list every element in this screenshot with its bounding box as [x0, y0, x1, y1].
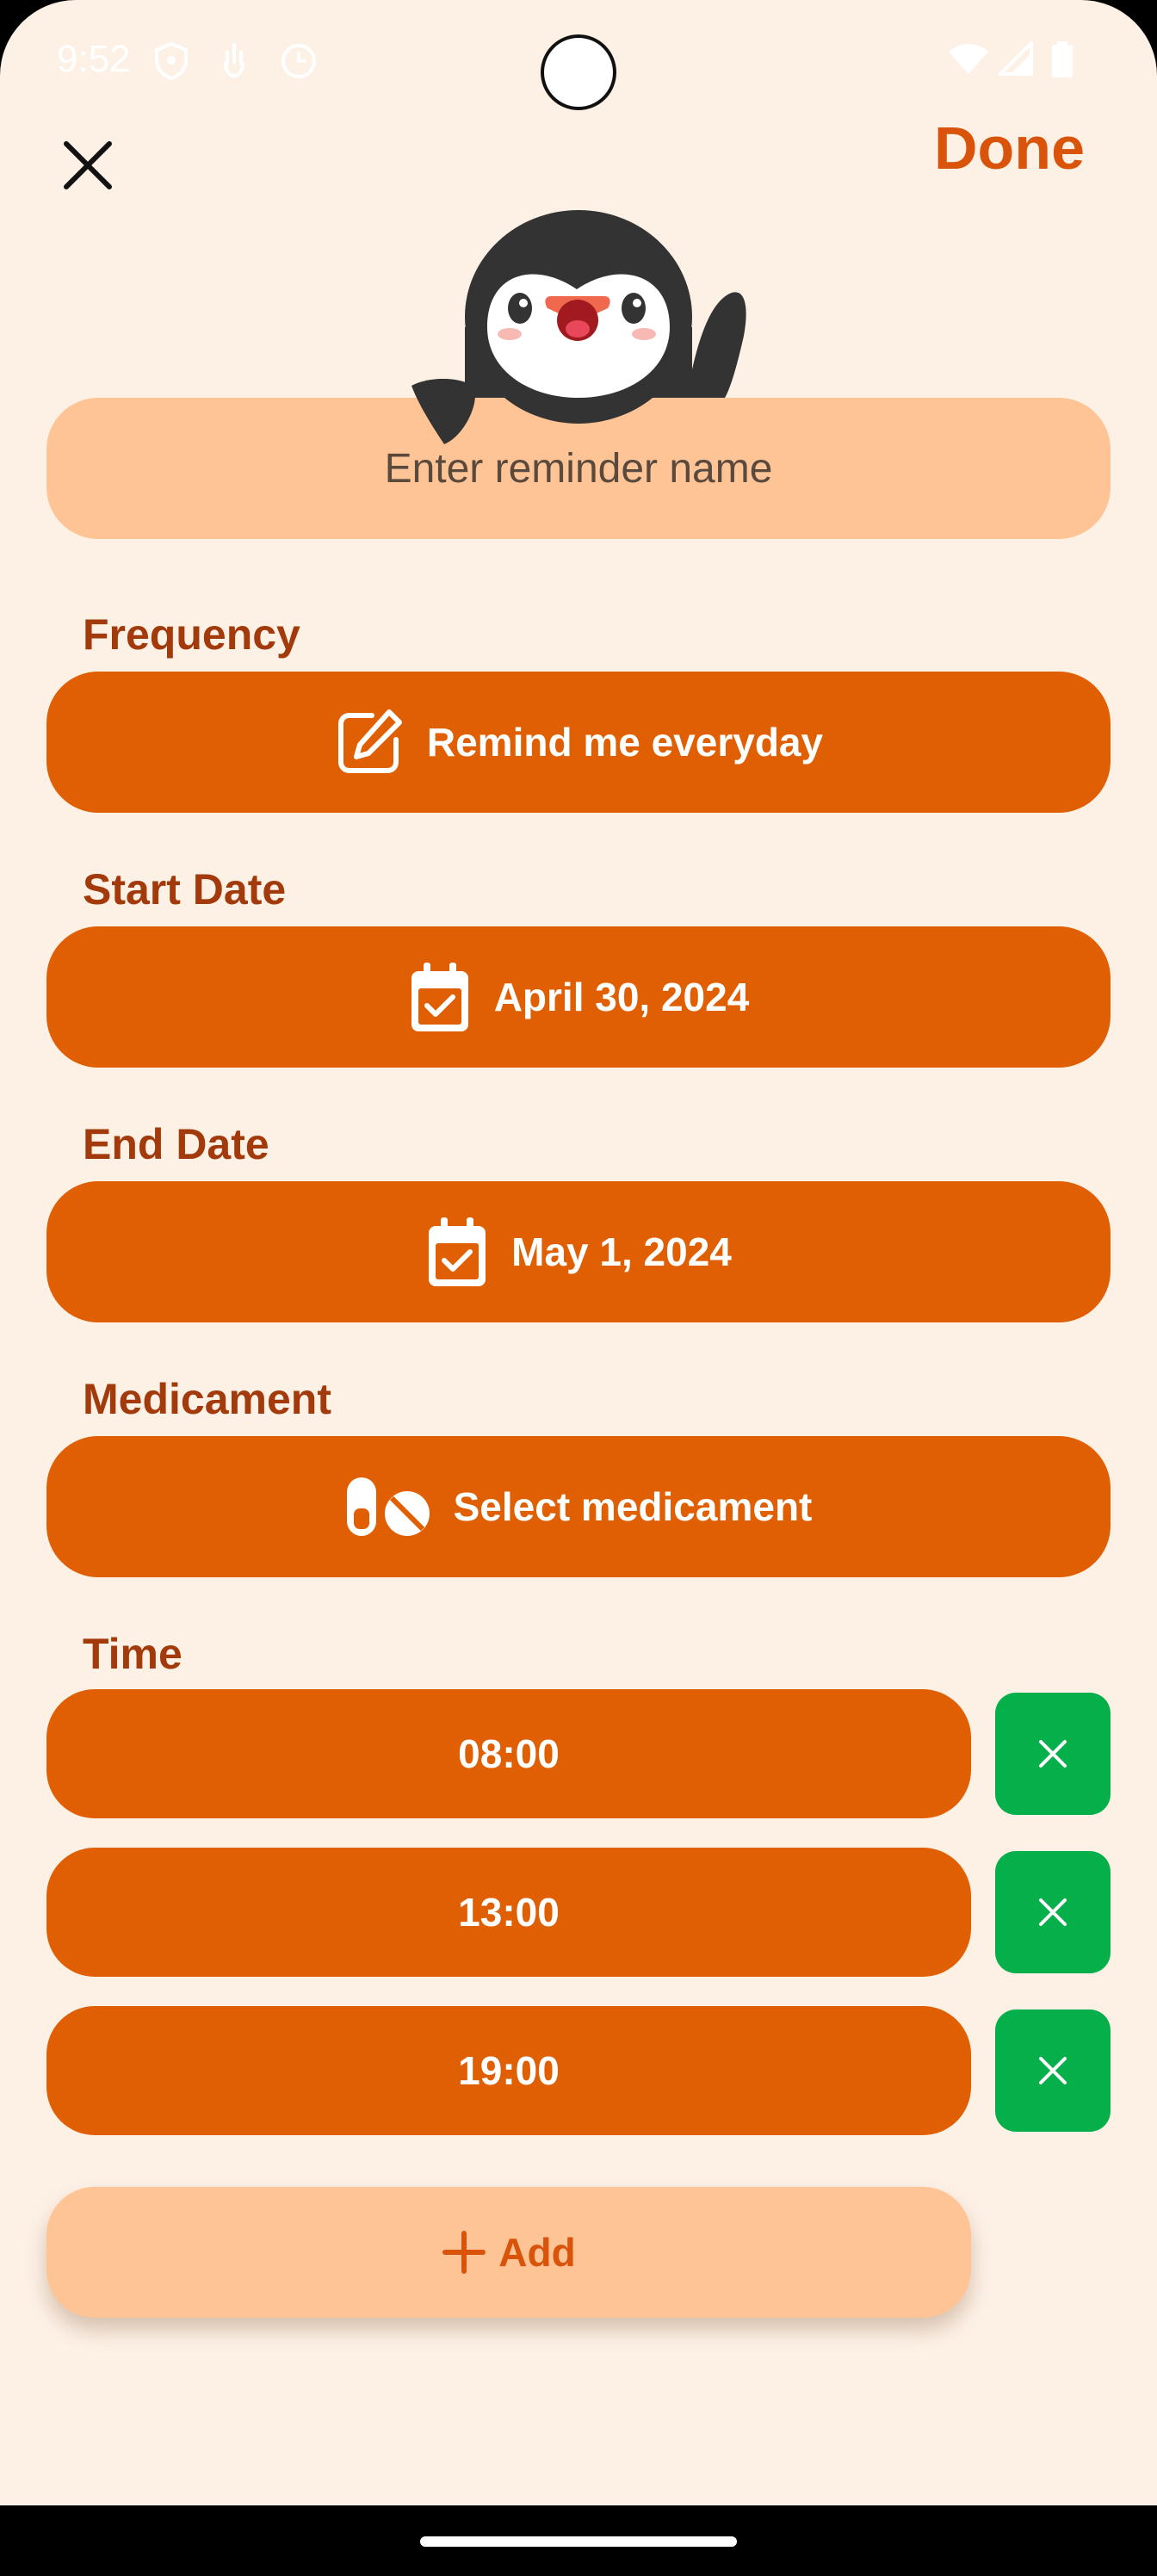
close-button[interactable] — [52, 129, 124, 201]
add-time-button[interactable]: Add — [46, 2187, 971, 2318]
start-date-label: Start Date — [83, 865, 287, 913]
add-time-label: Add — [498, 2230, 576, 2275]
close-icon — [1039, 1898, 1067, 1926]
calendar-check-icon — [408, 961, 472, 1033]
time-entry-button[interactable]: 13:00 — [46, 1848, 971, 1977]
medicament-value: Select medicament — [453, 1484, 813, 1529]
start-date-value: April 30, 2024 — [493, 975, 750, 1019]
time-entry-button[interactable]: 19:00 — [46, 2006, 971, 2135]
sync-icon — [279, 41, 319, 85]
time-label: Time — [83, 1630, 183, 1678]
delete-time-button[interactable] — [995, 2009, 1111, 2132]
shield-icon — [153, 41, 189, 85]
signal-icon — [996, 39, 1033, 80]
end-date-value: May 1, 2024 — [511, 1229, 732, 1274]
battery-icon — [1050, 41, 1074, 84]
home-indicator[interactable] — [420, 2536, 737, 2547]
reminder-editor-screen: 9:52 Done Enter reminder name Frequency … — [0, 0, 1157, 2576]
time-entry-button[interactable]: 08:00 — [46, 1689, 971, 1818]
time-entry-value: 19:00 — [458, 2048, 560, 2093]
end-date-button[interactable]: May 1, 2024 — [46, 1181, 1111, 1322]
edit-icon — [334, 707, 405, 777]
medicament-label: Medicament — [83, 1375, 331, 1423]
status-bar: 9:52 — [0, 0, 1157, 129]
hand-icon — [219, 41, 250, 84]
done-button[interactable]: Done — [934, 114, 1085, 183]
front-camera — [541, 34, 616, 110]
pills-icon — [345, 1476, 431, 1538]
frequency-label: Frequency — [83, 610, 300, 659]
wifi-icon — [947, 41, 990, 80]
delete-time-button[interactable] — [995, 1693, 1111, 1815]
close-icon — [1039, 2057, 1067, 2084]
close-icon — [1039, 1740, 1067, 1768]
delete-time-button[interactable] — [995, 1851, 1111, 1973]
plus-icon — [442, 2231, 486, 2274]
penguin-mascot — [411, 210, 746, 444]
frequency-value: Remind me everyday — [426, 720, 824, 765]
time-entry-value: 08:00 — [458, 1731, 560, 1776]
status-time: 9:52 — [57, 38, 131, 80]
frequency-button[interactable]: Remind me everyday — [46, 672, 1111, 813]
close-icon — [64, 141, 112, 189]
medicament-button[interactable]: Select medicament — [46, 1436, 1111, 1577]
start-date-button[interactable]: April 30, 2024 — [46, 926, 1111, 1068]
calendar-check-icon — [425, 1216, 489, 1288]
end-date-label: End Date — [83, 1120, 269, 1168]
time-entry-value: 13:00 — [458, 1890, 560, 1935]
